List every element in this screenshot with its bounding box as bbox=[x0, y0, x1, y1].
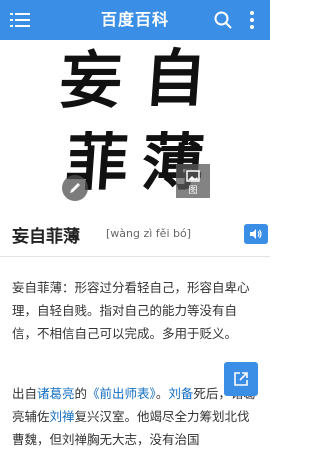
calligraphy-char: 妄 bbox=[57, 44, 125, 117]
source-paragraph: 出自诸葛亮的《前出师表》。刘备死后，诸葛亮辅佐刘禅复兴汉室。他竭尽全力筹划北伐曹… bbox=[12, 382, 260, 451]
entry-title: 妄自菲薄 bbox=[12, 227, 80, 247]
text-run: 出自 bbox=[12, 386, 38, 401]
vertical-dots-icon[interactable] bbox=[247, 10, 257, 30]
share-button[interactable] bbox=[224, 362, 258, 396]
image-icon bbox=[186, 170, 200, 182]
definition-paragraph: 妄自菲薄：形容过分看轻自己，形容自卑心理，自轻自贱。指对自己的能力等没有自信，不… bbox=[12, 280, 250, 341]
pencil-icon bbox=[70, 183, 80, 193]
audio-button[interactable] bbox=[244, 224, 268, 244]
entry-image[interactable]: 妄 自 菲 薄 图 bbox=[0, 40, 270, 212]
text-run: 的 bbox=[74, 386, 88, 401]
image-badge-label: 图 bbox=[188, 186, 198, 196]
share-external-icon bbox=[234, 372, 248, 386]
image-gallery-button[interactable]: 图 bbox=[176, 164, 210, 198]
entry-header: 妄自菲薄 [wàng zì fěi bó] bbox=[0, 212, 270, 257]
edit-button[interactable] bbox=[62, 175, 88, 201]
pinyin: [wàng zì fěi bó] bbox=[106, 227, 192, 240]
calligraphy-char: 自 bbox=[141, 42, 209, 115]
link-zhuge-liang[interactable]: 诸葛亮 bbox=[37, 386, 75, 401]
top-app-bar: 百度百科 bbox=[0, 0, 270, 40]
search-icon[interactable] bbox=[214, 11, 232, 29]
link-chu-shi-biao[interactable]: 《前出师表》 bbox=[87, 386, 156, 401]
link-liu-shan[interactable]: 刘禅 bbox=[50, 409, 75, 424]
link-liu-bei[interactable]: 刘备 bbox=[168, 386, 193, 401]
speaker-icon bbox=[250, 229, 262, 239]
text-run: 。 bbox=[155, 386, 169, 401]
